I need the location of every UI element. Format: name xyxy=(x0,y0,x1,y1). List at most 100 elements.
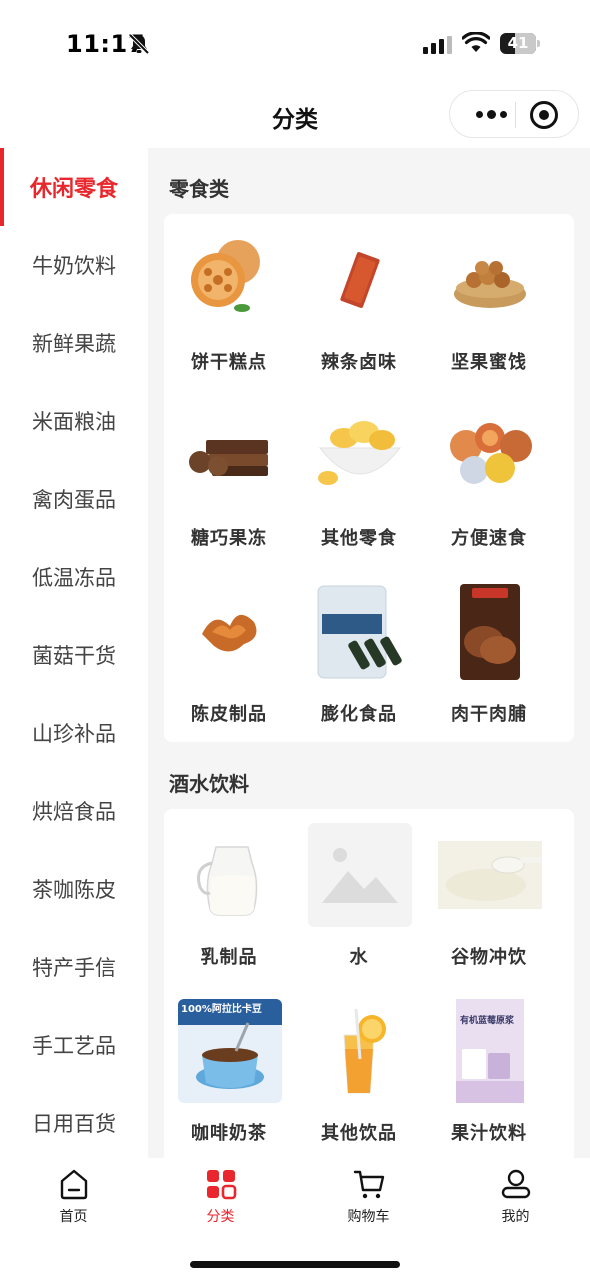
tab-cart[interactable]: 购物车 xyxy=(295,1168,442,1228)
sidebar-item-tonics[interactable]: 山珍补品 xyxy=(0,694,148,772)
grid-item-label: 乳制品 xyxy=(200,947,258,968)
placeholder-image xyxy=(308,823,412,927)
sidebar-item-label: 新鲜果蔬 xyxy=(32,332,116,356)
grid-item-nuts[interactable]: 坚果蜜饯 xyxy=(424,214,554,374)
tab-label: 分类 xyxy=(206,1209,235,1225)
category-content: 零食类 饼干糕点 辣条卤味 坚果蜜饯 糖巧果冻 其他零食 方便速食 陈皮制品 膨… xyxy=(148,148,590,1158)
sidebar-item-label: 牛奶饮料 xyxy=(32,254,116,278)
spicy-strip-image xyxy=(308,228,412,332)
grid-item-jerky[interactable]: 肉干肉脯 xyxy=(424,566,554,726)
tab-category[interactable]: 分类 xyxy=(147,1168,294,1228)
status-bar: 11:17 41 xyxy=(0,0,590,88)
drinks-card: 乳制品 水 谷物冲饮 100%阿拉比卡豆 咖啡奶茶 其他饮品 有机蓝莓原浆 果汁… xyxy=(164,809,574,1158)
sidebar-item-label: 手工艺品 xyxy=(32,1034,116,1058)
grid-item-dried-peel[interactable]: 陈皮制品 xyxy=(164,566,294,726)
grid-item-label: 坚果蜜饯 xyxy=(451,352,527,373)
sidebar-item-label: 米面粮油 xyxy=(32,410,116,434)
grid-item-label: 水 xyxy=(349,947,369,968)
juice-glass-image xyxy=(308,999,412,1103)
grid-item-chocolate[interactable]: 糖巧果冻 xyxy=(164,390,294,550)
snacks-card: 饼干糕点 辣条卤味 坚果蜜饯 糖巧果冻 其他零食 方便速食 陈皮制品 膨化食品 … xyxy=(164,214,574,742)
grid-item-fruit-juice[interactable]: 有机蓝莓原浆 果汁饮料 xyxy=(424,985,554,1145)
grid-item-instant-food[interactable]: 方便速食 xyxy=(424,390,554,550)
grid-item-water[interactable]: 水 xyxy=(294,809,424,969)
cart-icon xyxy=(353,1170,385,1199)
sidebar-item-frozen[interactable]: 低温冻品 xyxy=(0,538,148,616)
mini-program-capsule xyxy=(449,90,579,138)
sidebar-item-label: 菌菇干货 xyxy=(32,644,116,668)
user-icon xyxy=(501,1169,531,1199)
sidebar-item-label: 日用百货 xyxy=(32,1112,116,1136)
home-icon xyxy=(60,1169,88,1200)
sidebar-item-tea-coffee[interactable]: 茶咖陈皮 xyxy=(0,850,148,928)
sidebar-item-label: 茶咖陈皮 xyxy=(32,878,116,902)
grid-item-label: 果汁饮料 xyxy=(451,1123,527,1144)
nuts-image xyxy=(438,228,542,332)
grid-item-label: 其他饮品 xyxy=(321,1123,397,1144)
wifi-icon xyxy=(462,32,490,52)
grid-item-other-drinks[interactable]: 其他饮品 xyxy=(294,985,424,1145)
sidebar-item-meat-eggs[interactable]: 禽肉蛋品 xyxy=(0,460,148,538)
coffee-pack-text: 100%阿拉比卡豆 xyxy=(181,1002,262,1015)
battery-text: 41 xyxy=(507,34,529,52)
tab-label: 我的 xyxy=(501,1209,530,1225)
sidebar-item-handicraft[interactable]: 手工艺品 xyxy=(0,1006,148,1084)
milk-image xyxy=(178,823,282,927)
grid-item-biscuit[interactable]: 饼干糕点 xyxy=(164,214,294,374)
grid-item-label: 糖巧果冻 xyxy=(191,528,267,549)
tab-home[interactable]: 首页 xyxy=(0,1168,147,1228)
powder-image xyxy=(438,823,542,927)
sidebar-item-daily-goods[interactable]: 日用百货 xyxy=(0,1084,148,1158)
dried-peel-image xyxy=(178,580,282,684)
tab-label: 购物车 xyxy=(347,1209,390,1225)
nav-bar: 分类 xyxy=(0,88,590,146)
coffee-image: 100%阿拉比卡豆 xyxy=(178,999,282,1103)
sidebar-item-fresh-produce[interactable]: 新鲜果蔬 xyxy=(0,304,148,382)
juice-box-text: 有机蓝莓原浆 xyxy=(460,1014,515,1026)
section-title-snacks: 零食类 xyxy=(169,177,229,201)
grid-item-label: 辣条卤味 xyxy=(321,352,397,373)
bell-slash-icon xyxy=(128,33,150,55)
grid-item-label: 陈皮制品 xyxy=(191,704,267,725)
sidebar-item-milk-drinks[interactable]: 牛奶饮料 xyxy=(0,226,148,304)
section-title-drinks: 酒水饮料 xyxy=(169,772,249,796)
grid-item-label: 咖啡奶茶 xyxy=(191,1123,267,1144)
grid-item-cereal-drink[interactable]: 谷物冲饮 xyxy=(424,809,554,969)
juice-box-image: 有机蓝莓原浆 xyxy=(438,999,542,1103)
sidebar-item-rice-flour-oil[interactable]: 米面粮油 xyxy=(0,382,148,460)
grid-item-chips[interactable]: 其他零食 xyxy=(294,390,424,550)
grid-item-label: 谷物冲饮 xyxy=(451,947,527,968)
tab-bar: 首页 分类 购物车 我的 xyxy=(0,1158,590,1280)
battery-tip xyxy=(537,40,540,47)
grid-item-puffed-snack[interactable]: 膨化食品 xyxy=(294,566,424,726)
category-icon xyxy=(207,1170,237,1200)
sidebar-item-leisure-snacks[interactable]: 休闲零食 xyxy=(0,148,148,226)
sidebar-item-bakery[interactable]: 烘焙食品 xyxy=(0,772,148,850)
sidebar-item-label: 低温冻品 xyxy=(32,566,116,590)
instant-food-image xyxy=(438,404,542,508)
category-sidebar: 休闲零食 牛奶饮料 新鲜果蔬 米面粮油 禽肉蛋品 低温冻品 菌菇干货 山珍补品 … xyxy=(0,148,148,1158)
signal-icon xyxy=(423,36,452,54)
sidebar-item-specialty[interactable]: 特产手信 xyxy=(0,928,148,1006)
grid-item-label: 方便速食 xyxy=(451,528,527,549)
more-dots-icon[interactable] xyxy=(468,91,514,137)
jerky-image xyxy=(438,580,542,684)
sidebar-item-mushroom-dry[interactable]: 菌菇干货 xyxy=(0,616,148,694)
close-target-icon[interactable] xyxy=(530,101,558,129)
grid-item-label: 肉干肉脯 xyxy=(451,704,527,725)
sidebar-item-label: 山珍补品 xyxy=(32,722,116,746)
sidebar-item-label: 禽肉蛋品 xyxy=(32,488,116,512)
sidebar-item-label: 特产手信 xyxy=(32,956,116,980)
chips-image xyxy=(308,404,412,508)
tab-label: 首页 xyxy=(59,1209,88,1225)
battery-icon: 41 xyxy=(500,33,540,55)
sidebar-item-label: 休闲零食 xyxy=(29,177,118,202)
grid-item-coffee-tea[interactable]: 100%阿拉比卡豆 咖啡奶茶 xyxy=(164,985,294,1145)
grid-item-label: 其他零食 xyxy=(321,528,397,549)
home-indicator xyxy=(190,1261,400,1268)
grid-item-label: 膨化食品 xyxy=(321,704,397,725)
tab-mine[interactable]: 我的 xyxy=(442,1168,589,1228)
biscuit-image xyxy=(178,228,282,332)
grid-item-spicy-strip[interactable]: 辣条卤味 xyxy=(294,214,424,374)
grid-item-dairy[interactable]: 乳制品 xyxy=(164,809,294,969)
